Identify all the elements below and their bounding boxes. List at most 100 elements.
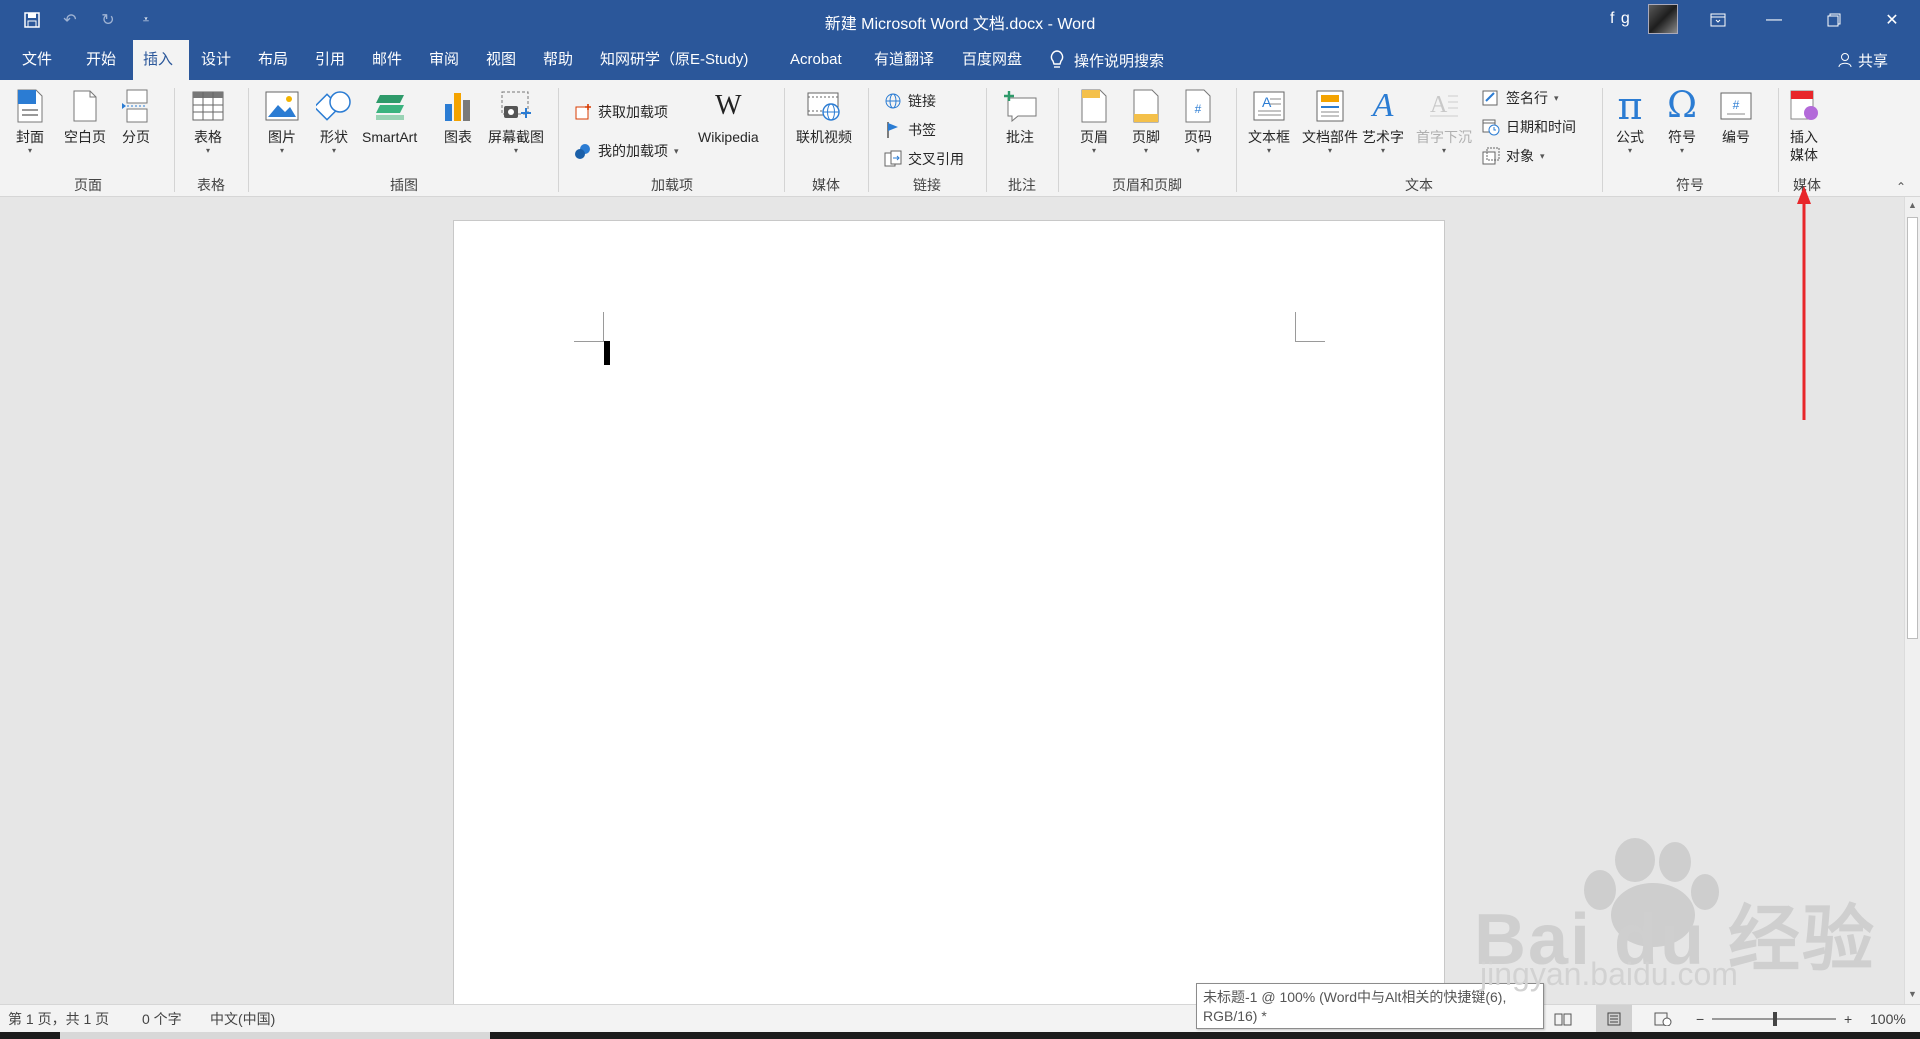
equation-button[interactable]: π 公式 ▾ (1612, 86, 1648, 156)
group-divider (248, 88, 249, 192)
dropdown-arrow-icon: ▾ (331, 146, 336, 155)
group-media: 联机视频 媒体 (786, 86, 866, 194)
zoom-slider-thumb[interactable] (1773, 1012, 1777, 1026)
new-comment-button[interactable]: 批注 (1002, 86, 1038, 146)
group-text: A 文本框 ▾ 文档部件 ▾ A 艺术字 ▾ A 首字下沉 ▾ 签名行 ▾ 日期… (1238, 86, 1600, 194)
symbol-button[interactable]: Ω 符号 ▾ (1664, 86, 1700, 156)
dropdown-arrow-icon: ▾ (1091, 146, 1096, 155)
date-time-button[interactable]: 日期和时间 (1482, 117, 1576, 137)
tab-review[interactable]: 审阅 (419, 40, 469, 80)
tab-design[interactable]: 设计 (191, 40, 241, 80)
omega-icon: Ω (1667, 85, 1697, 126)
online-video-button[interactable]: 联机视频 (796, 86, 852, 146)
user-name[interactable]: f g (1610, 10, 1631, 28)
cross-reference-button[interactable]: 交叉引用 (884, 149, 964, 169)
link-button[interactable]: 链接 (884, 91, 936, 111)
text-box-button[interactable]: A 文本框 ▾ (1248, 86, 1290, 156)
bookmark-flag-icon (884, 121, 902, 139)
crop-mark-top-left (574, 312, 604, 342)
close-icon[interactable]: ✕ (1866, 0, 1918, 40)
group-divider (1058, 88, 1059, 192)
tab-references[interactable]: 引用 (305, 40, 355, 80)
object-icon (1482, 147, 1500, 165)
tab-acrobat[interactable]: Acrobat (780, 40, 852, 80)
tab-view[interactable]: 视图 (476, 40, 526, 80)
chart-button[interactable]: 图表 (440, 86, 476, 146)
table-button[interactable]: 表格 ▾ (190, 86, 226, 156)
dropdown-arrow-icon: ▾ (1627, 146, 1632, 155)
wikipedia-button[interactable]: W Wikipedia (698, 86, 759, 146)
page-number-button[interactable]: # 页码 ▾ (1180, 86, 1216, 156)
scroll-thumb[interactable] (1907, 217, 1918, 639)
group-links: 链接 书签 交叉引用 链接 (870, 86, 984, 194)
tab-file[interactable]: 文件 (12, 40, 62, 80)
group-pages: 封面 ▾ 空白页 分页 页面 (8, 86, 168, 194)
dropdown-arrow-icon: ▾ (1327, 146, 1332, 155)
title-bar: ↶ ↻ ⩡ 新建 Microsoft Word 文档.docx - Word f… (0, 0, 1920, 40)
number-button[interactable]: # 编号 (1718, 86, 1754, 146)
addins-icon (574, 142, 592, 160)
group-label-addins: 加载项 (651, 177, 693, 193)
tab-insert[interactable]: 插入 (133, 40, 189, 80)
store-plus-icon (574, 103, 592, 121)
scroll-up-icon[interactable]: ▲ (1905, 197, 1920, 213)
group-divider (558, 88, 559, 192)
group-label-text: 文本 (1405, 177, 1433, 193)
header-icon (1076, 86, 1112, 126)
tab-home[interactable]: 开始 (76, 40, 126, 80)
collapse-ribbon-icon[interactable]: ⌃ (1892, 180, 1910, 194)
bookmark-button[interactable]: 书签 (884, 120, 936, 140)
language[interactable]: 中文(中国) (210, 1005, 275, 1033)
footer-button[interactable]: 页脚 ▾ (1128, 86, 1164, 156)
chart-icon (440, 86, 476, 126)
group-divider (1602, 88, 1603, 192)
group-divider (1778, 88, 1779, 192)
svg-text:#: # (1195, 102, 1202, 116)
pictures-button[interactable]: 图片 ▾ (264, 86, 300, 156)
header-button[interactable]: 页眉 ▾ (1076, 86, 1112, 156)
share-button[interactable]: 共享 (1838, 40, 1888, 80)
group-label-illustrations: 插图 (390, 177, 418, 193)
smartart-button[interactable]: SmartArt (362, 86, 417, 146)
group-divider (868, 88, 869, 192)
blank-page-button[interactable]: 空白页 (64, 86, 106, 146)
page-break-icon (118, 86, 154, 126)
signature-line-button[interactable]: 签名行 ▾ (1482, 88, 1559, 108)
ribbon: 封面 ▾ 空白页 分页 页面 表格 ▾ 表格 图片 ▾ 形状 ▾ SmartAr… (0, 80, 1920, 197)
object-button[interactable]: 对象 ▾ (1482, 146, 1545, 166)
dropdown-arrow-icon: ▾ (1143, 146, 1148, 155)
my-addins-button[interactable]: 我的加载项 ▾ (574, 141, 679, 161)
comment-icon (1002, 86, 1038, 126)
ribbon-display-icon[interactable] (1692, 0, 1744, 40)
minimize-icon[interactable]: — (1748, 0, 1800, 40)
page-count[interactable]: 第 1 页，共 1 页 (8, 1005, 109, 1033)
group-label-comments: 批注 (1008, 177, 1036, 193)
page-break-button[interactable]: 分页 (118, 86, 154, 146)
dropdown-arrow-icon: ▾ (674, 145, 679, 156)
cover-page-button[interactable]: 封面 ▾ (12, 86, 48, 156)
get-addins-button[interactable]: 获取加载项 (574, 102, 668, 122)
screenshot-button[interactable]: 屏幕截图 ▾ (488, 86, 544, 156)
tab-help[interactable]: 帮助 (533, 40, 583, 80)
tab-mailings[interactable]: 邮件 (362, 40, 412, 80)
insert-media-button[interactable]: 插入 媒体 (1786, 86, 1822, 164)
wordart-button[interactable]: A 艺术字 ▾ (1362, 86, 1404, 156)
tell-me-search[interactable]: 操作说明搜索 (1050, 40, 1164, 80)
tab-youdao[interactable]: 有道翻译 (864, 40, 944, 80)
screenshot-icon (498, 86, 534, 126)
quick-parts-button[interactable]: 文档部件 ▾ (1302, 86, 1358, 156)
dropdown-arrow-icon: ▾ (1540, 150, 1545, 161)
window-title: 新建 Microsoft Word 文档.docx - Word (824, 16, 1096, 33)
text-box-icon: A (1251, 86, 1287, 126)
taskbar-item[interactable] (60, 1032, 490, 1039)
tab-baidu-netdisk[interactable]: 百度网盘 (952, 40, 1032, 80)
tab-layout[interactable]: 布局 (248, 40, 298, 80)
avatar[interactable] (1648, 4, 1678, 34)
restore-icon[interactable] (1808, 0, 1860, 40)
tab-estudy[interactable]: 知网研学（原E-Study) (590, 40, 758, 80)
document-page[interactable] (453, 220, 1445, 1004)
shapes-button[interactable]: 形状 ▾ (316, 86, 352, 156)
drop-cap-button[interactable]: A 首字下沉 ▾ (1416, 86, 1472, 156)
pi-icon: π (1617, 84, 1643, 128)
word-count[interactable]: 0 个字 (142, 1005, 182, 1033)
